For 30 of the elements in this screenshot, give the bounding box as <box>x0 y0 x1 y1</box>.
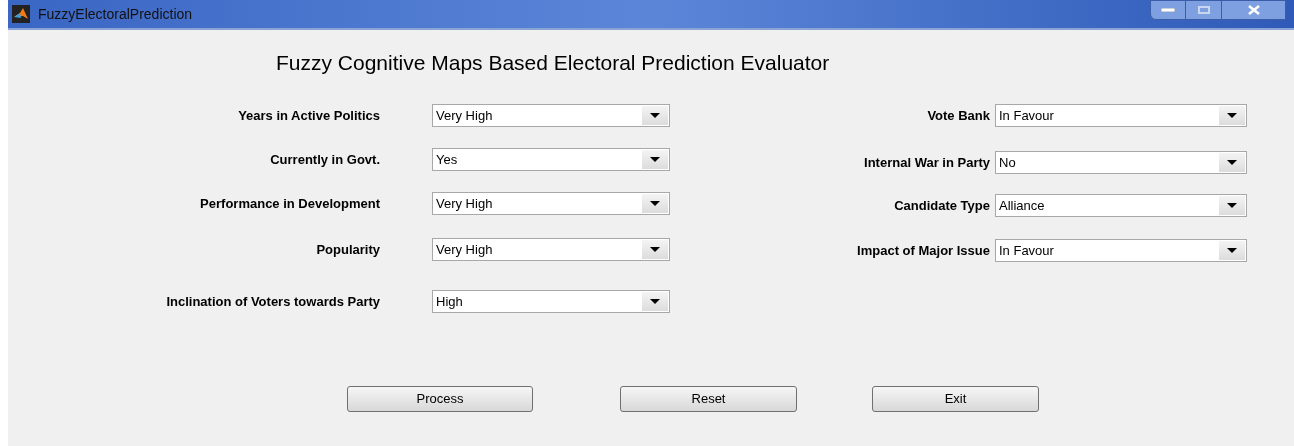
dropdown[interactable]: In Favour <box>995 239 1247 262</box>
minimize-icon <box>1161 8 1175 12</box>
field-label: Currently in Govt. <box>269 150 380 169</box>
window-title: FuzzyElectoralPrediction <box>38 4 193 24</box>
field-label: Vote Bank <box>926 106 990 125</box>
close-button[interactable] <box>1222 0 1286 20</box>
dropdown[interactable]: High <box>432 290 670 313</box>
close-icon <box>1246 5 1261 15</box>
maximize-button[interactable] <box>1186 0 1222 20</box>
app-icon <box>12 5 30 23</box>
field-label: Performance in Development <box>199 194 380 213</box>
dropdown[interactable]: Very High <box>432 238 670 261</box>
minimize-button[interactable] <box>1150 0 1186 20</box>
field-label: Candidate Type <box>893 196 990 215</box>
field-label: Years in Active Politics <box>237 106 380 125</box>
field-label: Popularity <box>315 240 380 259</box>
field-label: Inclination of Voters towards Party <box>165 292 380 311</box>
action-button[interactable]: Reset <box>620 386 797 412</box>
dropdown[interactable]: Very High <box>432 104 670 127</box>
field-label: Internal War in Party <box>863 153 990 172</box>
dropdown[interactable]: Alliance <box>995 194 1247 217</box>
action-button[interactable]: Process <box>347 386 533 412</box>
dropdown[interactable]: Yes <box>432 148 670 171</box>
action-button[interactable]: Exit <box>872 386 1039 412</box>
dropdown[interactable]: No <box>995 151 1247 174</box>
dropdown[interactable]: In Favour <box>995 104 1247 127</box>
dropdown[interactable]: Very High <box>432 192 670 215</box>
maximize-icon <box>1197 6 1210 14</box>
field-label: Impact of Major Issue <box>856 241 990 260</box>
heading: Fuzzy Cognitive Maps Based Electoral Prediction Evaluator <box>275 50 831 76</box>
